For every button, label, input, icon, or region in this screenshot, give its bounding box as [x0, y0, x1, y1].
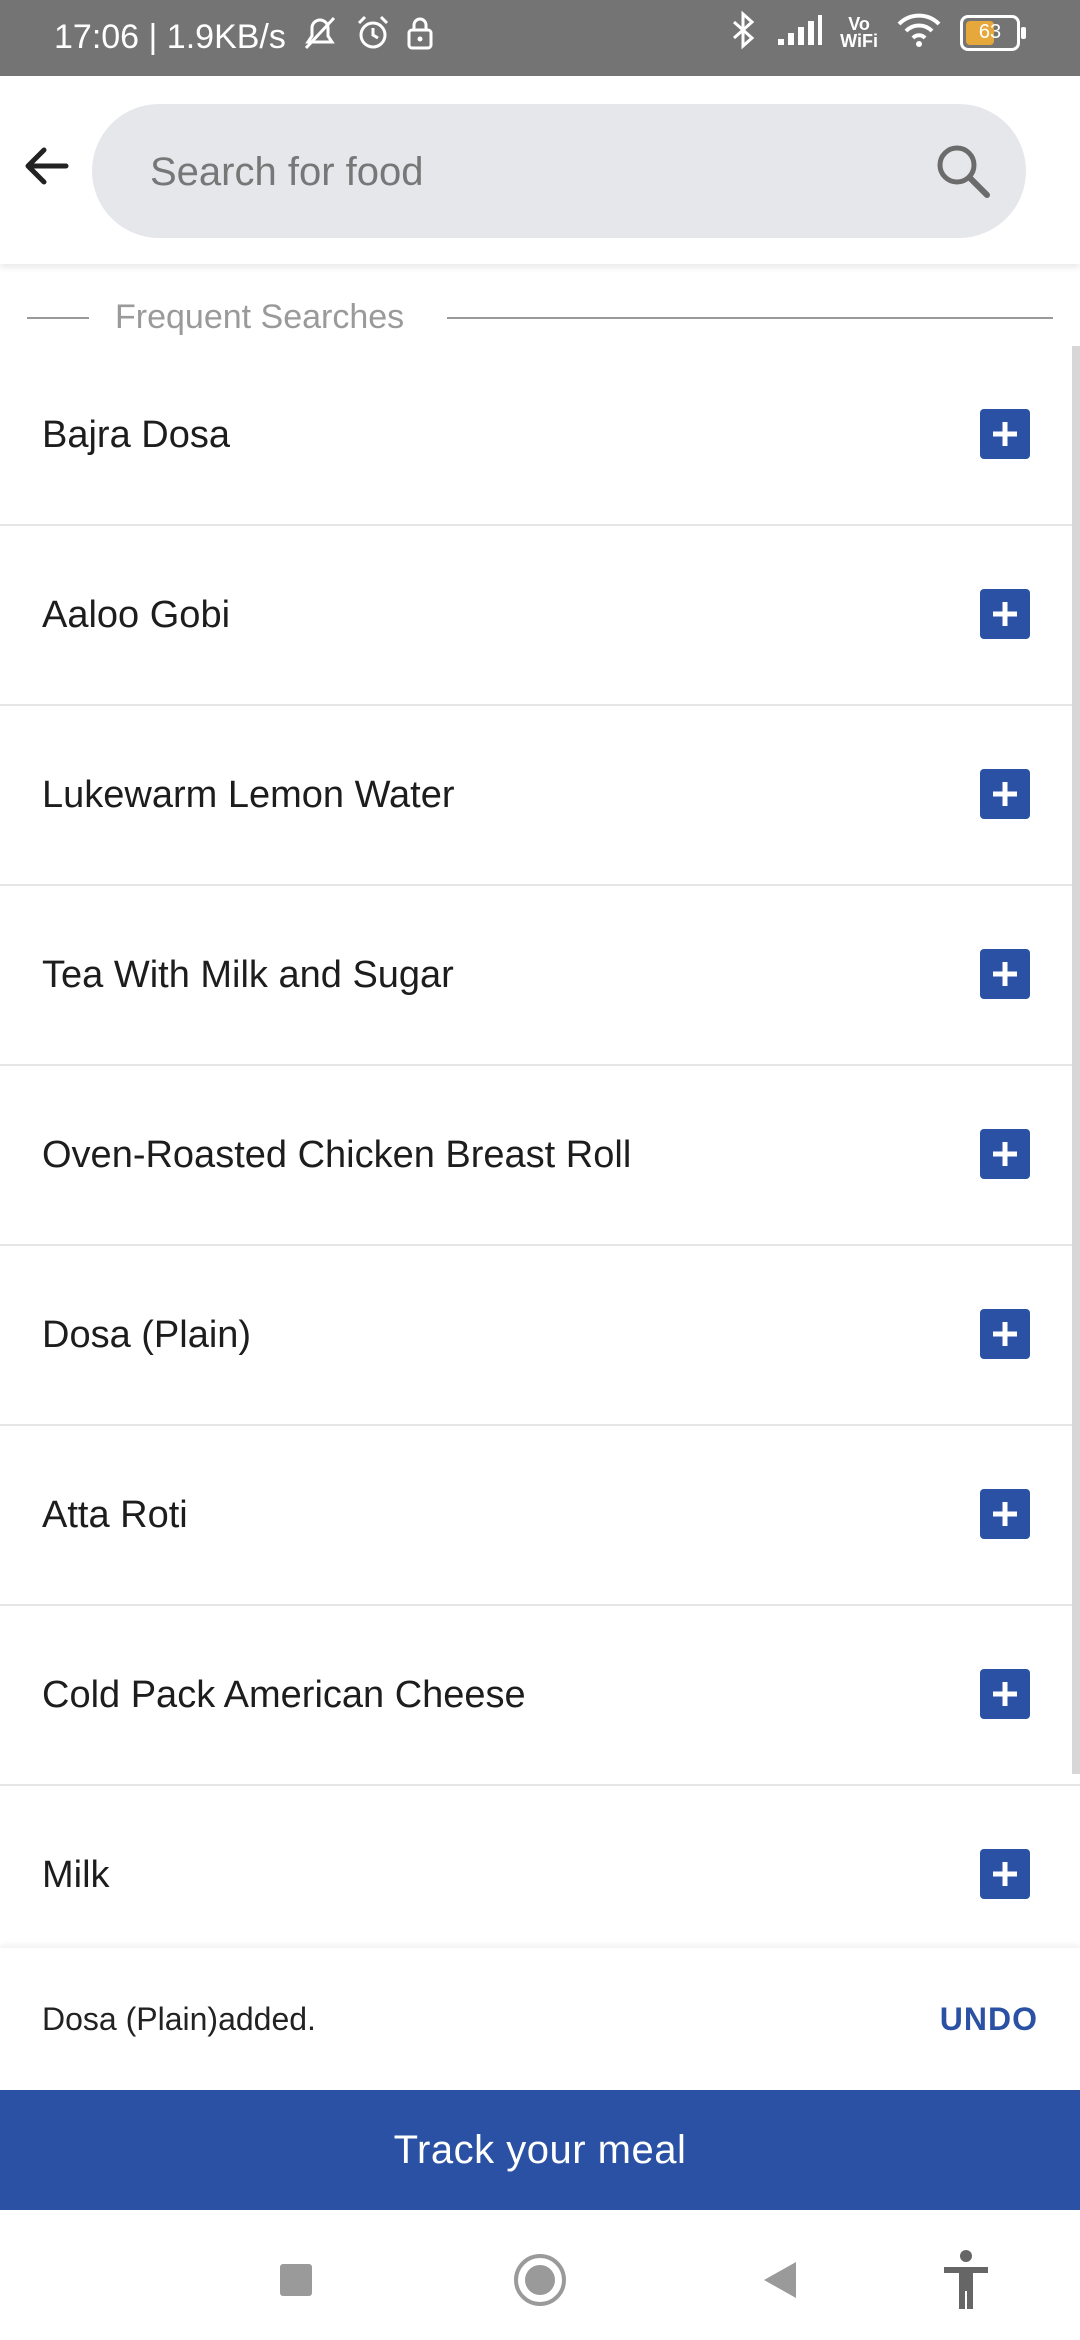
search-icon[interactable] — [934, 142, 992, 205]
add-button[interactable] — [980, 589, 1030, 639]
vowifi-bottom: WiFi — [840, 30, 878, 51]
status-right: Vo WiFi 63 — [728, 10, 1026, 55]
circle-icon — [514, 2254, 566, 2306]
status-time: 17:06 | 1.9KB/s — [54, 18, 286, 56]
plus-icon — [993, 782, 1017, 806]
section-title: Frequent Searches — [115, 298, 405, 336]
vowifi-indicator: Vo WiFi — [840, 13, 878, 51]
status-bar: 17:06 | 1.9KB/s Vo WiFi 63 — [0, 0, 1080, 76]
track-meal-button[interactable]: Track your meal — [0, 2090, 1080, 2210]
triangle-back-icon — [764, 2262, 796, 2298]
add-button[interactable] — [980, 1849, 1030, 1899]
food-item-label: Oven-Roasted Chicken Breast Roll — [42, 1134, 632, 1176]
food-item-label: Dosa (Plain) — [42, 1314, 252, 1356]
list-item[interactable]: Bajra Dosa — [0, 346, 1080, 526]
status-left: 17:06 | 1.9KB/s — [54, 14, 434, 61]
food-item-label: Tea With Milk and Sugar — [42, 954, 454, 996]
food-item-label: Cold Pack American Cheese — [42, 1674, 526, 1716]
search-bar[interactable] — [92, 104, 1026, 240]
plus-icon — [993, 1682, 1017, 1706]
add-button[interactable] — [980, 1669, 1030, 1719]
food-item-label: Lukewarm Lemon Water — [42, 774, 455, 816]
frequent-searches-header: Frequent Searches — [0, 290, 1080, 346]
add-button[interactable] — [980, 949, 1030, 999]
plus-icon — [993, 962, 1017, 986]
home-button[interactable] — [510, 2250, 570, 2310]
add-button[interactable] — [980, 1129, 1030, 1179]
frequent-searches-list: Bajra Dosa Aaloo Gobi Lukewarm Lemon Water… — [0, 346, 1080, 1966]
battery-icon: 63 — [960, 14, 1026, 51]
bluetooth-icon — [728, 10, 758, 55]
search-header — [0, 76, 1080, 264]
add-button[interactable] — [980, 409, 1030, 459]
signal-icon — [776, 13, 823, 52]
undo-button[interactable]: UNDO — [940, 1948, 1038, 2090]
plus-icon — [993, 602, 1017, 626]
arrow-left-icon — [25, 147, 69, 185]
plus-icon — [993, 1862, 1017, 1886]
list-item[interactable]: Atta Roti — [0, 1426, 1080, 1606]
recents-button[interactable] — [266, 2250, 326, 2310]
plus-icon — [993, 1502, 1017, 1526]
list-item[interactable]: Dosa (Plain) — [0, 1246, 1080, 1426]
add-button[interactable] — [980, 1309, 1030, 1359]
food-item-label: Bajra Dosa — [42, 414, 230, 456]
food-item-label: Aaloo Gobi — [42, 594, 231, 636]
search-input[interactable] — [148, 104, 912, 240]
plus-icon — [993, 1142, 1017, 1166]
alarm-icon — [354, 14, 392, 61]
list-item[interactable]: Aaloo Gobi — [0, 526, 1080, 706]
list-item[interactable]: Tea With Milk and Sugar — [0, 886, 1080, 1066]
list-item[interactable]: Lukewarm Lemon Water — [0, 706, 1080, 886]
snackbar: Dosa (Plain)added. UNDO — [0, 1948, 1080, 2090]
food-item-label: Milk — [42, 1854, 110, 1896]
vowifi-top: Vo — [848, 13, 870, 34]
list-item[interactable]: Cold Pack American Cheese — [0, 1606, 1080, 1786]
scrollbar[interactable] — [1072, 346, 1080, 1774]
snackbar-message: Dosa (Plain)added. — [42, 2001, 316, 2037]
food-item-label: Atta Roti — [42, 1494, 188, 1536]
plus-icon — [993, 1322, 1017, 1346]
add-button[interactable] — [980, 769, 1030, 819]
accessibility-icon — [944, 2250, 988, 2309]
list-item[interactable]: Milk — [0, 1786, 1080, 1966]
wifi-icon — [896, 12, 942, 53]
divider-left — [27, 317, 89, 319]
list-item[interactable]: Oven-Roasted Chicken Breast Roll — [0, 1066, 1080, 1246]
battery-level: 63 — [978, 21, 1002, 43]
mute-icon — [300, 14, 340, 61]
accessibility-button[interactable] — [936, 2250, 996, 2310]
back-button[interactable] — [18, 138, 74, 194]
system-nav-bar — [0, 2210, 1080, 2340]
plus-icon — [993, 422, 1017, 446]
add-button[interactable] — [980, 1489, 1030, 1539]
back-nav-button[interactable] — [750, 2250, 810, 2310]
lock-icon — [406, 15, 434, 60]
square-icon — [280, 2264, 312, 2296]
divider-right — [447, 317, 1053, 319]
